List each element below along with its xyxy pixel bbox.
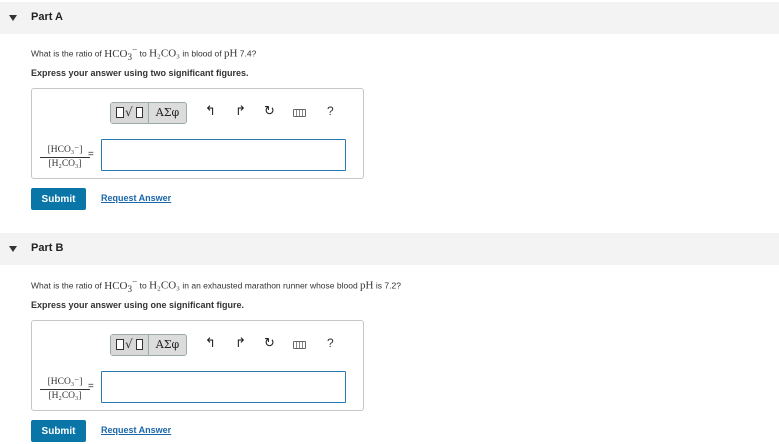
part-a-answer-input[interactable] (101, 139, 346, 171)
templates-button[interactable]: √ (111, 103, 149, 123)
equals-sign: = (88, 149, 94, 160)
square-template-icon (116, 339, 124, 350)
reset-icon[interactable]: ↻ (264, 336, 275, 351)
reset-icon[interactable]: ↻ (264, 104, 275, 119)
question-end: is 7.2? (375, 280, 401, 291)
undo-icon[interactable]: ↰ (205, 104, 216, 119)
square-template-icon (136, 339, 143, 350)
part-b-submit-button[interactable]: Submit (31, 420, 86, 442)
math-toolbar: √ ΑΣφ ↰ ↱ ↻ ? (110, 100, 345, 126)
math-toolbar: √ ΑΣφ ↰ ↱ ↻ ? (110, 332, 345, 358)
question-text: What is the ratio of (31, 48, 102, 59)
redo-icon[interactable]: ↱ (235, 104, 246, 119)
redo-icon[interactable]: ↱ (235, 336, 246, 351)
part-a-header[interactable]: Part A (0, 2, 779, 34)
fraction-numerator: [HCO₃⁻] (47, 145, 83, 155)
chem-hco3: HCO3− (104, 44, 138, 62)
part-a-answer-box: √ ΑΣφ ↰ ↱ ↻ ? [HCO₃⁻] [H₂CO₃] = (31, 88, 364, 179)
question-to: to (139, 280, 147, 291)
square-template-icon (136, 107, 143, 118)
undo-icon[interactable]: ↰ (205, 336, 216, 351)
fraction-bar (40, 389, 90, 390)
part-a-question: What is the ratio of HCO3− to H₂CO₃ in b… (31, 44, 256, 62)
square-template-icon (116, 107, 124, 118)
radical-icon: √ (125, 337, 133, 351)
collapse-caret-icon[interactable] (9, 246, 17, 252)
question-end: 7.4? (239, 48, 257, 59)
question-to: to (139, 48, 147, 59)
part-b-title: Part B (31, 242, 64, 254)
fraction-denominator: [H₂CO₃] (48, 159, 82, 169)
fraction-numerator: [HCO₃⁻] (47, 377, 83, 387)
equals-sign: = (88, 381, 94, 392)
part-b-answer-box: √ ΑΣφ ↰ ↱ ↻ ? [HCO₃⁻] [H₂CO₃] = (31, 320, 364, 411)
part-a-instruction: Express your answer using two significan… (31, 68, 249, 78)
part-b-header[interactable]: Part B (0, 233, 779, 265)
keyboard-icon[interactable] (293, 341, 306, 349)
fraction-bar (40, 157, 90, 158)
radical-icon: √ (125, 105, 133, 119)
part-b-question: What is the ratio of HCO3− to H₂CO₃ in a… (31, 276, 401, 294)
template-button-group: √ ΑΣφ (110, 102, 187, 124)
chem-ph: pH (223, 47, 238, 60)
ratio-fraction: [HCO₃⁻] [H₂CO₃] (40, 145, 90, 170)
question-text: What is the ratio of (31, 280, 102, 291)
chem-hco3: HCO3− (104, 276, 138, 294)
chem-ph: pH (360, 279, 374, 292)
collapse-caret-icon[interactable] (9, 15, 17, 21)
keyboard-icon[interactable] (293, 109, 306, 117)
greek-symbols-button[interactable]: ΑΣφ (149, 103, 186, 123)
greek-symbols-button[interactable]: ΑΣφ (149, 335, 186, 355)
part-b-request-answer-link[interactable]: Request Answer (101, 425, 171, 435)
part-b-instruction: Express your answer using one significan… (31, 300, 245, 310)
part-a-request-answer-link[interactable]: Request Answer (101, 193, 171, 203)
part-a-submit-button[interactable]: Submit (31, 188, 86, 210)
help-icon[interactable]: ? (327, 336, 334, 350)
question-post: in blood of (182, 48, 222, 59)
template-button-group: √ ΑΣφ (110, 334, 187, 356)
part-b-answer-input[interactable] (101, 371, 346, 403)
help-icon[interactable]: ? (327, 104, 334, 118)
chem-h2co3: H₂CO₃ (149, 279, 180, 292)
part-a-title: Part A (31, 11, 63, 23)
fraction-denominator: [H₂CO₃] (48, 391, 82, 401)
ratio-fraction: [HCO₃⁻] [H₂CO₃] (40, 377, 90, 402)
templates-button[interactable]: √ (111, 335, 149, 355)
question-post: in an exhausted marathon runner whose bl… (182, 280, 358, 291)
chem-h2co3: H₂CO₃ (149, 47, 180, 60)
